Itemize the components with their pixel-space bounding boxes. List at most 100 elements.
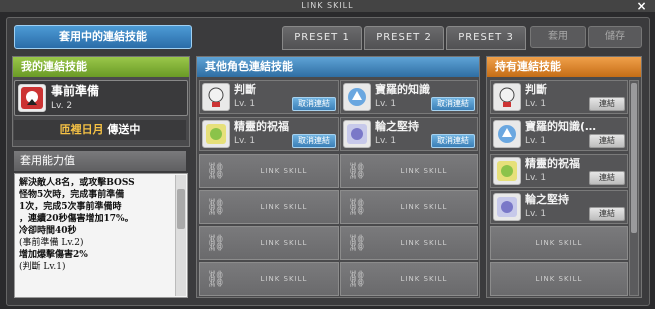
slot-name: 輪之堅持 (375, 120, 419, 133)
unlink-button[interactable]: 取消連結 (431, 134, 475, 148)
tab-applied-links[interactable]: 套用中的連結技能 (14, 25, 192, 49)
slot-name: 寶羅的知識(… (525, 120, 597, 133)
empty-slot-label: LINK SKILL (535, 275, 583, 283)
slot-level: Lv. 1 (375, 99, 397, 109)
slot-level: Lv. 1 (234, 99, 256, 109)
persistence-icon (493, 193, 521, 221)
owned-links-scroll-thumb[interactable] (631, 83, 637, 233)
ability-text: 解決敵人8名，或攻擊BOSS 怪物5次時，完成事前準備 1次，完成5次事前準備時… (19, 177, 173, 273)
empty-link-slot[interactable]: ⛓ LINK SKILL (199, 190, 339, 224)
empty-slot-label: LINK SKILL (260, 275, 308, 283)
empty-slot-label: LINK SKILL (400, 275, 448, 283)
slot-level: Lv. 1 (525, 99, 547, 109)
unlink-button[interactable]: 取消連結 (431, 97, 475, 111)
my-link-skill-slot[interactable]: 事前準備 Lv. 2 (14, 80, 188, 116)
unlink-button[interactable]: 取消連結 (292, 134, 336, 148)
empty-owned-slot: LINK SKILL (490, 226, 628, 260)
empty-link-slot[interactable]: ⛓ LINK SKILL (340, 190, 478, 224)
spirit-blessing-icon (202, 120, 230, 148)
ability-line: ，連續20秒傷害增加17%。 (19, 214, 134, 224)
empty-slot-label: LINK SKILL (400, 239, 448, 247)
owned-link-slot[interactable]: 輪之堅持 Lv. 1 連結 (490, 190, 628, 224)
save-button[interactable]: 儲存 (588, 26, 642, 48)
other-link-slot[interactable]: 寶羅的知識 Lv. 1 取消連結 (340, 80, 478, 114)
ability-textbox: 解決敵人8名，或攻擊BOSS 怪物5次時，完成事前準備 1次，完成5次事前準備時… (14, 173, 188, 298)
my-skill-level: Lv. 2 (51, 101, 73, 111)
tab-preset-2[interactable]: PRESET 2 (364, 26, 444, 50)
ability-line: 1次，完成5次事前準備時 (19, 202, 122, 212)
slot-level: Lv. 1 (525, 136, 547, 146)
empty-link-slot[interactable]: ⛓ LINK SKILL (340, 262, 478, 296)
owned-link-slot[interactable]: 精靈的祝福 Lv. 1 連結 (490, 154, 628, 188)
unlink-button[interactable]: 取消連結 (292, 97, 336, 111)
knowledge-icon (493, 120, 521, 148)
other-link-slot[interactable]: 精靈的祝福 Lv. 1 取消連結 (199, 117, 339, 151)
empty-owned-slot: LINK SKILL (490, 262, 628, 296)
chain-icon: ⛓ (205, 269, 227, 288)
link-button[interactable]: 連結 (589, 97, 625, 111)
owned-link-slot[interactable]: 寶羅的知識(… Lv. 1 連結 (490, 117, 628, 151)
persistence-icon (343, 120, 371, 148)
my-link-header: 我的連結技能 (13, 57, 189, 77)
empty-slot-label: LINK SKILL (400, 203, 448, 211)
ability-header: 套用能力值 (14, 151, 186, 171)
link-button[interactable]: 連結 (589, 207, 625, 221)
empty-link-slot[interactable]: ⛓ LINK SKILL (199, 262, 339, 296)
empty-link-slot[interactable]: ⛓ LINK SKILL (199, 226, 339, 260)
slot-level: Lv. 1 (375, 136, 397, 146)
chain-icon: ⛓ (346, 269, 368, 288)
ability-line: 冷卻時間40秒 (19, 226, 77, 236)
slot-name: 判斷 (234, 83, 256, 96)
other-link-slot[interactable]: 判斷 Lv. 1 取消連結 (199, 80, 339, 114)
slot-name: 精靈的祝福 (234, 120, 289, 133)
judgement-icon (202, 83, 230, 111)
ability-scrollbar[interactable] (175, 175, 186, 296)
slot-name: 判斷 (525, 83, 547, 96)
chain-icon: ⛓ (205, 161, 227, 180)
other-link-slot[interactable]: 輪之堅持 Lv. 1 取消連結 (340, 117, 478, 151)
tab-preset-3[interactable]: PRESET 3 (446, 26, 526, 50)
other-links-header: 其他角色連結技能 (197, 57, 479, 77)
empty-link-slot[interactable]: ⛓ LINK SKILL (199, 154, 339, 188)
slot-name: 輪之堅持 (525, 193, 569, 206)
ability-line: (判斷 Lv.1) (19, 262, 66, 272)
close-icon[interactable]: × (636, 0, 647, 12)
empty-slot-label: LINK SKILL (260, 167, 308, 175)
chain-icon: ⛓ (205, 233, 227, 252)
empty-slot-label: LINK SKILL (535, 239, 583, 247)
empty-slot-label: LINK SKILL (400, 167, 448, 175)
transfer-label: 傳送中 (107, 123, 141, 136)
slot-name: 寶羅的知識 (375, 83, 430, 96)
owned-link-slot[interactable]: 判斷 Lv. 1 連結 (490, 80, 628, 114)
window-title: LINK SKILL (301, 1, 354, 10)
chain-icon: ⛓ (205, 197, 227, 216)
link-button[interactable]: 連結 (589, 134, 625, 148)
slot-level: Lv. 1 (525, 173, 547, 183)
my-skill-name: 事前準備 (51, 84, 100, 98)
link-skill-window: LINK SKILL × 套用中的連結技能 PRESET 1 PRESET 2 … (0, 0, 655, 309)
ability-line: 增加爆擊傷害2% (19, 250, 88, 260)
owned-links-scrollbar[interactable] (629, 80, 639, 296)
transfer-status: 匝裡日月 傳送中 (14, 120, 186, 140)
empty-slot-label: LINK SKILL (260, 239, 308, 247)
slot-level: Lv. 1 (525, 209, 547, 219)
apply-button[interactable]: 套用 (530, 26, 586, 48)
ability-scroll-thumb[interactable] (177, 189, 185, 229)
ability-line: (事前準備 Lv.2) (19, 238, 84, 248)
spirit-blessing-icon (493, 157, 521, 185)
link-button[interactable]: 連結 (589, 171, 625, 185)
slot-name: 精靈的祝福 (525, 157, 580, 170)
empty-link-slot[interactable]: ⛓ LINK SKILL (340, 226, 478, 260)
chain-icon: ⛓ (346, 161, 368, 180)
empty-link-slot[interactable]: ⛓ LINK SKILL (340, 154, 478, 188)
empty-slot-label: LINK SKILL (260, 203, 308, 211)
prep-skill-icon (18, 84, 46, 112)
slot-level: Lv. 1 (234, 136, 256, 146)
chain-icon: ⛓ (346, 197, 368, 216)
owned-links-header: 持有連結技能 (487, 57, 641, 77)
ability-line: 解決敵人8名，或攻擊BOSS (19, 178, 135, 188)
chain-icon: ⛓ (346, 233, 368, 252)
judgement-icon (493, 83, 521, 111)
transfer-target: 匝裡日月 (59, 123, 104, 136)
tab-preset-1[interactable]: PRESET 1 (282, 26, 362, 50)
